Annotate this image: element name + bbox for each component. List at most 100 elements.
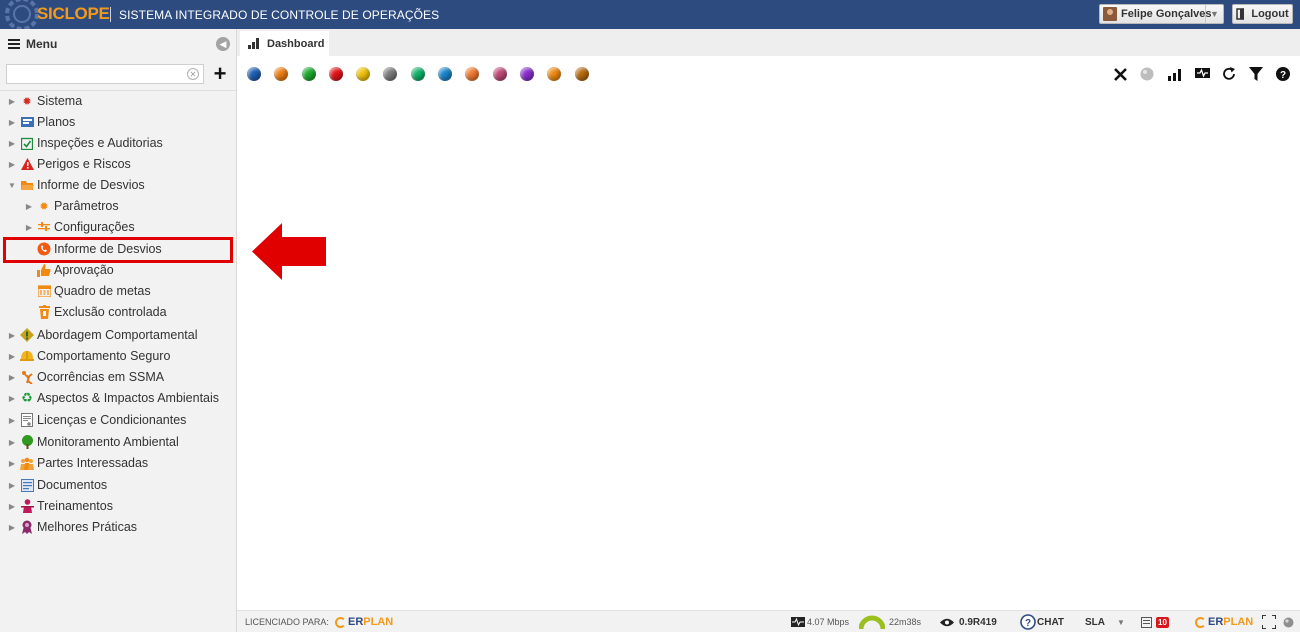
sidebar-item-aprovacao[interactable]: Aprovação <box>37 260 114 280</box>
sidebar-item-inspecoes[interactable]: ▶ Inspeções e Auditorias <box>7 133 163 153</box>
color-filter-dot[interactable] <box>383 67 398 81</box>
color-filter-dot[interactable] <box>274 67 289 81</box>
sidebar-item-abordagem[interactable]: ▶ Abordagem Comportamental <box>7 325 198 345</box>
refresh-icon[interactable] <box>1221 66 1237 82</box>
calendar-icon <box>37 284 51 298</box>
chevron-down-icon: ▼ <box>1117 617 1125 627</box>
sidebar-item-informe-desvios-group[interactable]: ▼ Informe de Desvios <box>7 175 145 195</box>
color-filter-dot[interactable] <box>247 67 261 81</box>
fullscreen-icon[interactable] <box>1262 611 1276 633</box>
color-filter-dot[interactable] <box>356 67 371 81</box>
brand-er: ER <box>348 616 364 628</box>
version-info: 0.9R419 <box>940 611 997 633</box>
expand-arrow-icon[interactable]: ▶ <box>24 202 34 211</box>
color-filter-dot[interactable] <box>301 67 316 81</box>
dashboard-toolbar: ? <box>1112 66 1292 82</box>
sidebar-item-comportamento-seguro[interactable]: ▶ Comportamento Seguro <box>7 346 170 366</box>
sidebar-item-label: Aprovação <box>54 263 114 277</box>
erplan-logo-right: ER PLAN <box>1195 611 1253 633</box>
sidebar-item-quadro-metas[interactable]: Quadro de metas <box>37 281 151 301</box>
gear-icon: ✹ <box>22 95 32 108</box>
expand-arrow-icon[interactable]: ▶ <box>7 416 17 425</box>
monitor-icon[interactable] <box>1194 66 1210 82</box>
certificate-icon <box>20 413 34 427</box>
color-filter-dot[interactable] <box>574 67 589 81</box>
sidebar-item-configuracoes[interactable]: ▶ Configurações <box>24 217 135 237</box>
color-filter-dot[interactable] <box>519 67 534 81</box>
color-filter-dot[interactable] <box>410 67 425 81</box>
award-icon <box>20 520 34 534</box>
expand-arrow-icon[interactable]: ▶ <box>7 523 17 532</box>
color-filter-dot[interactable] <box>328 67 343 81</box>
gray-dot-icon[interactable] <box>1139 66 1155 82</box>
sidebar-item-sistema[interactable]: ▶ ✹ Sistema <box>7 91 82 111</box>
color-filter-dot[interactable] <box>547 67 562 81</box>
color-filter-dots <box>247 67 589 82</box>
expand-arrow-icon[interactable]: ▶ <box>7 97 17 106</box>
sidebar-item-melhores-praticas[interactable]: ▶ Melhores Práticas <box>7 517 137 537</box>
hamburger-icon[interactable] <box>8 39 20 49</box>
sla-dropdown[interactable]: SLA ▼ <box>1085 611 1125 633</box>
expand-arrow-icon[interactable]: ▶ <box>7 139 17 148</box>
sidebar-item-aspectos[interactable]: ▶ ♻ Aspectos & Impactos Ambientais <box>7 388 219 408</box>
sidebar-item-label: Exclusão controlada <box>54 305 167 319</box>
help-icon[interactable]: ? <box>1275 66 1291 82</box>
expand-arrow-icon[interactable]: ▶ <box>7 160 17 169</box>
collapse-arrow-icon[interactable]: ▼ <box>7 181 17 190</box>
filter-icon[interactable] <box>1248 66 1264 82</box>
gauge-icon <box>859 615 885 629</box>
expand-arrow-icon[interactable]: ▶ <box>7 352 17 361</box>
expand-arrow-icon[interactable]: ▶ <box>7 373 17 382</box>
clear-search-icon[interactable]: ✕ <box>187 68 199 80</box>
sidebar-item-documentos[interactable]: ▶ Documentos <box>7 475 107 495</box>
sidebar-item-partes[interactable]: ▶ Partes Interessadas <box>7 453 148 473</box>
bar-chart-icon[interactable] <box>1167 66 1183 82</box>
chat-button[interactable]: ? CHAT <box>1020 611 1064 633</box>
checklist-icon <box>20 136 34 150</box>
sidebar-item-label: Configurações <box>54 220 135 234</box>
helmet-icon <box>20 349 34 363</box>
menu-search-field[interactable]: ✕ <box>6 64 204 84</box>
add-button[interactable]: + <box>208 63 232 85</box>
expand-arrow-icon[interactable]: ▶ <box>7 481 17 490</box>
color-filter-dot[interactable] <box>492 67 507 81</box>
sidebar-item-label: Sistema <box>37 94 83 108</box>
gear-icon: ✹ <box>39 200 49 213</box>
sidebar-item-treinamentos[interactable]: ▶ Treinamentos <box>7 496 113 516</box>
sidebar-item-planos[interactable]: ▶ Planos <box>7 112 75 132</box>
sidebar-item-label: Aspectos & Impactos Ambientais <box>37 391 220 405</box>
collapse-sidebar-button[interactable]: ◀ <box>216 37 230 51</box>
notifications[interactable]: 10 <box>1141 611 1169 633</box>
menu-header: Menu <box>0 29 236 59</box>
sidebar-item-label: Parâmetros <box>54 199 119 213</box>
sidebar-item-ocorrencias[interactable]: ▶ Ocorrências em SSMA <box>7 367 164 387</box>
sidebar-item-exclusao-controlada[interactable]: Exclusão controlada <box>37 302 167 322</box>
logout-button[interactable]: Logout <box>1232 4 1293 24</box>
svg-text:?: ? <box>1025 618 1031 629</box>
expand-arrow-icon[interactable]: ▶ <box>7 394 17 403</box>
sidebar-item-perigos[interactable]: ▶ Perigos e Riscos <box>7 154 131 174</box>
sidebar-item-parametros[interactable]: ▶ ✹ Parâmetros <box>24 196 119 216</box>
sidebar-item-label: Inspeções e Auditorias <box>37 136 163 150</box>
tab-dashboard[interactable]: Dashboard <box>240 31 329 56</box>
color-filter-dot[interactable] <box>465 67 480 81</box>
sidebar-item-monitoramento[interactable]: ▶ Monitoramento Ambiental <box>7 432 179 452</box>
expand-arrow-icon[interactable]: ▶ <box>7 331 17 340</box>
expand-arrow-icon[interactable]: ▶ <box>7 459 17 468</box>
app-logo[interactable]: SICLOPE <box>37 4 110 24</box>
expand-arrow-icon[interactable]: ▶ <box>24 223 34 232</box>
erplan-logo: ER PLAN <box>335 611 393 633</box>
color-filter-dot[interactable] <box>438 67 453 81</box>
expand-arrow-icon[interactable]: ▶ <box>7 438 17 447</box>
sidebar-item-licencas[interactable]: ▶ Licenças e Condicionantes <box>7 410 186 430</box>
sidebar-item-label: Perigos e Riscos <box>37 157 131 171</box>
expand-arrow-icon[interactable]: ▶ <box>7 502 17 511</box>
close-icon[interactable] <box>1112 66 1128 82</box>
chevron-down-icon[interactable]: ▼ <box>1205 5 1223 23</box>
sidebar-item-label: Comportamento Seguro <box>37 349 171 363</box>
user-menu-button[interactable]: Felipe Gonçalves ▼ <box>1099 4 1224 24</box>
expand-arrow-icon[interactable]: ▶ <box>7 118 17 127</box>
sla-label: SLA <box>1085 616 1105 628</box>
eye-icon <box>940 618 954 626</box>
sidebar-item-label: Partes Interessadas <box>37 456 149 470</box>
